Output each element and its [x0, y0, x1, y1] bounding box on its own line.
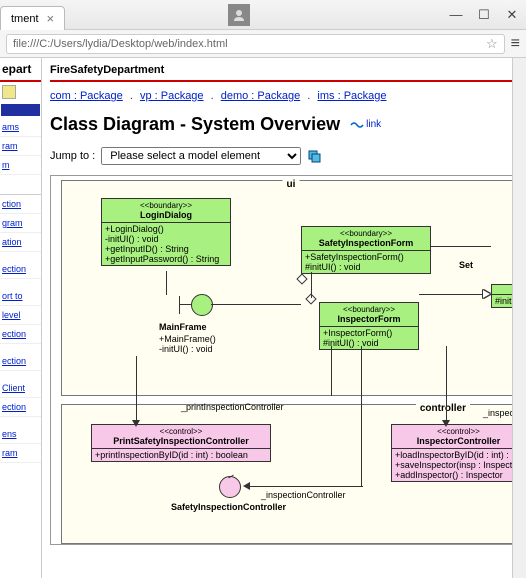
sidebar-item[interactable]: ection: [0, 398, 41, 417]
class-login-dialog[interactable]: <<boundary>> LoginDialog +LoginDialog() …: [101, 198, 231, 266]
sidebar-item[interactable]: ection: [0, 260, 41, 279]
sidebar-header: epart: [0, 58, 41, 82]
sidebar-item[interactable]: ection: [0, 352, 41, 371]
breadcrumb-link[interactable]: demo : Package: [221, 90, 301, 102]
sidebar-item[interactable]: ation: [0, 233, 41, 252]
sidebar-item[interactable]: m: [0, 156, 41, 175]
jump-label: Jump to :: [50, 150, 95, 162]
browser-tab[interactable]: tment ×: [0, 6, 65, 30]
sidebar-item[interactable]: ction: [0, 195, 41, 214]
sidebar-item[interactable]: level: [0, 306, 41, 325]
window-controls: — ☐ ✕: [0, 0, 526, 30]
main-panel: FireSafetyDepartment com : Package . vp …: [42, 58, 526, 578]
hamburger-menu-icon[interactable]: ≡: [511, 35, 520, 53]
sidebar-item[interactable]: ams: [0, 118, 41, 137]
close-icon[interactable]: ×: [47, 11, 55, 26]
association-label: _inspec: [483, 408, 514, 418]
mainframe-name: MainFrame: [159, 322, 207, 332]
address-text: file:///C:/Users/lydia/Desktop/web/index…: [13, 38, 228, 50]
package-label: ui: [283, 179, 300, 190]
sidebar-item[interactable]: gram: [0, 214, 41, 233]
arrow-icon: [132, 420, 140, 427]
sidebar-icon-row: [0, 82, 41, 102]
vertical-scrollbar[interactable]: [512, 58, 526, 578]
class-diagram-canvas[interactable]: ui <<boundary>> LoginDialog +LoginDialog…: [50, 175, 518, 545]
user-avatar-icon[interactable]: [228, 4, 250, 26]
arrow-icon: [483, 290, 490, 298]
page-title-row: Class Diagram - System Overview link: [50, 114, 518, 135]
association-label: _inspectionController: [261, 490, 346, 500]
safety-inspection-controller-name: SafetyInspectionController: [171, 502, 286, 512]
link-button[interactable]: link: [350, 119, 381, 130]
sidebar-item[interactable]: ort to: [0, 287, 41, 306]
s-link-icon: [350, 120, 364, 130]
breadcrumb: com : Package . vp : Package . demo : Pa…: [50, 90, 518, 102]
arrow-icon: [442, 420, 450, 427]
sidebar-selected-row[interactable]: [1, 104, 40, 116]
association-label: _printInspectionController: [181, 402, 284, 412]
breadcrumb-link[interactable]: com : Package: [50, 90, 123, 102]
minimize-icon[interactable]: —: [450, 9, 462, 21]
department-header: FireSafetyDepartment: [50, 64, 518, 82]
page-title: Class Diagram - System Overview: [50, 114, 340, 135]
copy-icon[interactable]: [307, 149, 321, 163]
class-safety-inspection-form[interactable]: <<boundary>> SafetyInspectionForm +Safet…: [301, 226, 431, 274]
breadcrumb-link[interactable]: ims : Package: [317, 90, 386, 102]
class-inspector-form[interactable]: <<boundary>> InspectorForm +InspectorFor…: [319, 302, 419, 350]
class-inspector-controller[interactable]: <<control>> InspectorController +loadIns…: [391, 424, 518, 482]
set-label: Set: [459, 260, 473, 270]
jump-select[interactable]: Please select a model element: [101, 147, 301, 165]
tab-title: tment: [11, 13, 39, 25]
boundary-icon[interactable]: [191, 294, 213, 316]
breadcrumb-link[interactable]: vp : Package: [140, 90, 204, 102]
left-sidebar: epart ams ram m ction gram ation ection …: [0, 58, 42, 578]
address-bar-row: file:///C:/Users/lydia/Desktop/web/index…: [0, 30, 526, 58]
control-icon[interactable]: [219, 476, 241, 498]
bookmark-star-icon[interactable]: ☆: [486, 36, 498, 52]
address-bar[interactable]: file:///C:/Users/lydia/Desktop/web/index…: [6, 34, 505, 54]
close-window-icon[interactable]: ✕: [506, 9, 518, 21]
sidebar-item[interactable]: ram: [0, 137, 41, 156]
folder-icon[interactable]: [2, 85, 16, 99]
jump-to-row: Jump to : Please select a model element: [50, 147, 518, 165]
sidebar-item[interactable]: ection: [0, 325, 41, 344]
package-label: controller: [416, 403, 470, 414]
sidebar-item[interactable]: Client: [0, 379, 41, 398]
maximize-icon[interactable]: ☐: [478, 9, 490, 21]
arrow-icon: [243, 482, 250, 490]
class-print-safety-inspection-controller[interactable]: <<control>> PrintSafetyInspectionControl…: [91, 424, 271, 462]
sidebar-item[interactable]: ens: [0, 425, 41, 444]
sidebar-item[interactable]: ram: [0, 444, 41, 463]
